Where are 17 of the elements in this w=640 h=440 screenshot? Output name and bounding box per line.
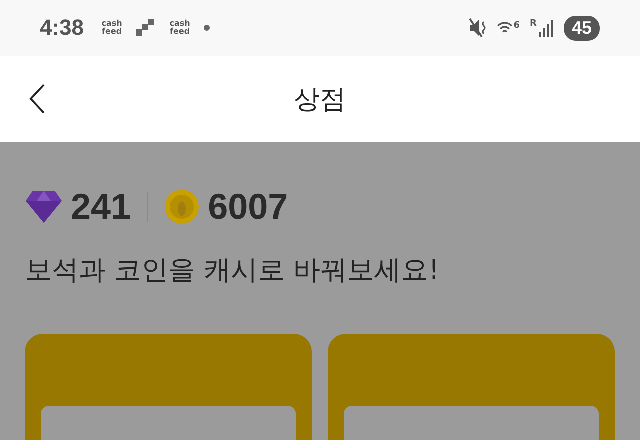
- page-title: 상점: [294, 84, 346, 116]
- gem-count: 241: [71, 186, 132, 228]
- gem-icon: [25, 190, 63, 224]
- battery-indicator: 45: [564, 16, 600, 40]
- headline: 보석과 코인을 캐시로 바꿔보세요!: [25, 254, 441, 288]
- coin-icon: [164, 189, 200, 225]
- wifi-indicator: 6: [496, 21, 520, 35]
- signal-indicator: R: [530, 19, 554, 37]
- dot-icon: [204, 25, 210, 31]
- blocks-icon: [136, 19, 156, 37]
- mute-icon: [468, 18, 487, 38]
- ticket-card[interactable]: [25, 334, 312, 440]
- notification-label: cash feed: [168, 20, 192, 36]
- ticket-card[interactable]: [328, 334, 615, 440]
- clock: 4:38: [40, 15, 84, 41]
- notification-label: cash feed: [100, 20, 124, 36]
- coin-count: 6007: [208, 186, 288, 228]
